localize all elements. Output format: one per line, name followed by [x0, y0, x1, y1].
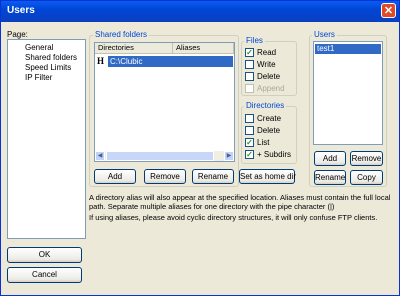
ok-button[interactable]: OK — [7, 247, 82, 263]
files-append-label: Append — [257, 84, 285, 93]
scroll-right-icon[interactable]: ▶ — [224, 151, 234, 161]
column-aliases[interactable]: Aliases — [173, 43, 234, 54]
files-read-label: Read — [257, 48, 277, 57]
alias-note-line-3: If using aliases, please avoid cyclic di… — [89, 213, 378, 222]
files-title: Files — [244, 36, 265, 45]
users-list[interactable]: test1 — [313, 41, 383, 145]
dirs-list-checkbox[interactable]: ✓ — [245, 138, 254, 147]
page-item-general[interactable]: General — [25, 43, 53, 52]
dirs-create-checkbox[interactable] — [245, 114, 254, 123]
home-dir-marker: H — [97, 56, 105, 66]
files-write-checkbox[interactable] — [245, 60, 254, 69]
users-title: Users — [312, 30, 337, 39]
folder-remove-button[interactable]: Remove — [144, 169, 186, 184]
user-item-test1[interactable]: test1 — [315, 44, 381, 54]
dirs-create-label: Create — [257, 114, 282, 123]
close-button[interactable]: ✕ — [381, 3, 396, 18]
files-delete-label: Delete — [257, 72, 281, 81]
set-home-dir-button[interactable]: Set as home dir — [239, 169, 296, 184]
page-list[interactable]: General Shared folders Speed Limits IP F… — [7, 39, 86, 239]
directories-title: Directories — [244, 101, 287, 110]
dirs-subdirs-checkbox[interactable]: ✓ — [245, 150, 254, 159]
scroll-thumb[interactable] — [106, 151, 214, 161]
title-bar[interactable]: Users ✕ — [1, 1, 399, 22]
directory-cell: C:\Clubic — [108, 56, 233, 67]
dirs-delete-checkbox[interactable] — [245, 126, 254, 135]
files-write-label: Write — [257, 60, 276, 69]
files-delete-checkbox[interactable] — [245, 72, 254, 81]
files-read-checkbox[interactable]: ✓ — [245, 48, 254, 57]
window-title: Users — [7, 5, 35, 16]
page-item-speed-limits[interactable]: Speed Limits — [25, 63, 71, 72]
files-append-checkbox — [245, 84, 254, 93]
scroll-left-icon[interactable]: ◀ — [95, 151, 105, 161]
page-item-shared-folders[interactable]: Shared folders — [25, 53, 77, 62]
user-copy-button[interactable]: Copy — [350, 170, 383, 185]
dirs-delete-label: Delete — [257, 126, 281, 135]
folder-add-button[interactable]: Add — [94, 169, 136, 184]
users-dialog: Users ✕ Page: General Shared folders Spe… — [0, 0, 400, 296]
user-remove-button[interactable]: Remove — [350, 151, 383, 166]
shared-folders-title: Shared folders — [93, 30, 150, 39]
alias-note-line-1: A directory alias will also appear at th… — [89, 193, 391, 202]
folders-list[interactable]: Directories Aliases H C:\Clubic ◀ ▶ — [94, 42, 235, 162]
dirs-list-label: List — [257, 138, 270, 147]
user-rename-button[interactable]: Rename — [314, 170, 346, 185]
table-row[interactable]: H C:\Clubic — [95, 56, 234, 67]
cancel-button[interactable]: Cancel — [7, 267, 82, 283]
page-item-ip-filter[interactable]: IP Filter — [25, 73, 52, 82]
horizontal-scrollbar[interactable]: ◀ ▶ — [95, 151, 234, 161]
page-label: Page: — [7, 30, 28, 39]
user-add-button[interactable]: Add — [314, 151, 346, 166]
column-directories[interactable]: Directories — [95, 43, 173, 54]
folder-rename-button[interactable]: Rename — [192, 169, 234, 184]
dirs-subdirs-label: + Subdirs — [257, 150, 292, 159]
alias-note-line-2: path. Separate multiple aliases for one … — [89, 202, 335, 211]
